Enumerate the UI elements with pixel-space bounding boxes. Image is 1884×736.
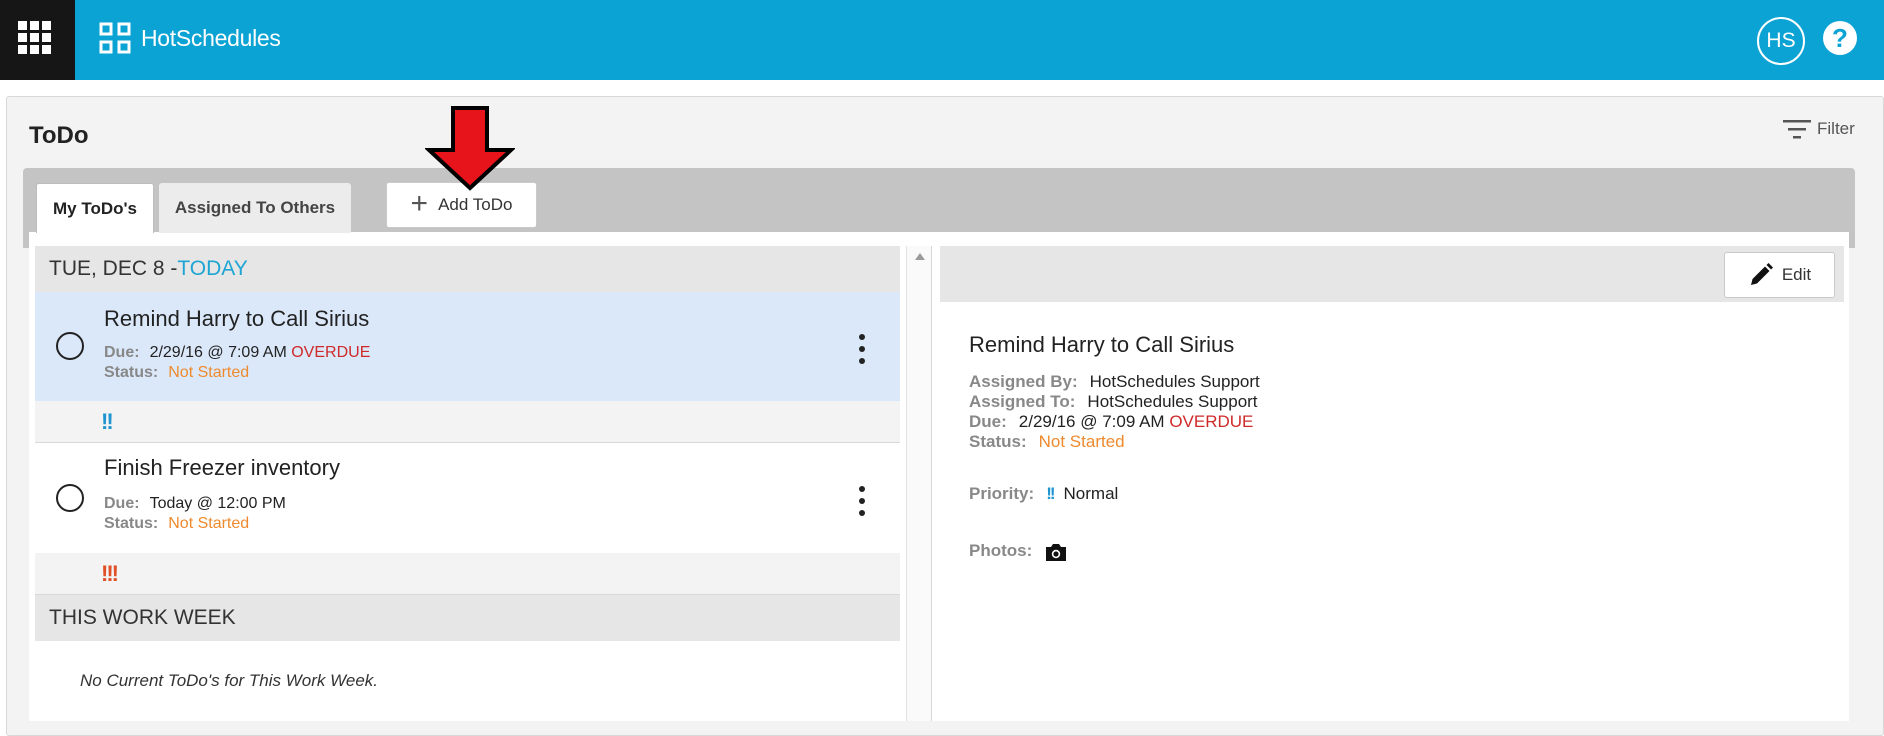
status-value: Not Started	[168, 515, 250, 532]
annotation-arrow-down-icon	[425, 106, 515, 191]
overdue-badge: OVERDUE	[291, 344, 371, 361]
detail-status: Status: Not Started	[969, 432, 1125, 452]
due-value: Today @ 12:00 PM	[149, 495, 286, 512]
status-label: Status:	[104, 364, 159, 381]
scrollbar[interactable]	[906, 246, 932, 721]
complete-checkbox[interactable]	[56, 484, 84, 512]
filter-button[interactable]: Filter	[1783, 118, 1855, 140]
photos-label: Photos:	[969, 541, 1033, 561]
page-title: ToDo	[29, 122, 89, 149]
due-label: Due:	[969, 412, 1007, 431]
user-avatar[interactable]: HS	[1757, 17, 1805, 65]
todo-title: Finish Freezer inventory	[104, 455, 340, 480]
camera-icon[interactable]	[1044, 541, 1068, 563]
more-options-icon[interactable]	[857, 486, 867, 516]
scroll-up-arrow-icon[interactable]	[915, 253, 925, 260]
priority-high-icon: !!!	[101, 561, 119, 586]
detail-assigned-by: Assigned By: HotSchedules Support	[969, 372, 1260, 392]
todo-title: Remind Harry to Call Sirius	[104, 306, 370, 331]
grid-icon	[18, 21, 51, 54]
tab-assigned-to-others[interactable]: Assigned To Others	[159, 183, 351, 233]
plus-icon: +	[410, 186, 429, 220]
add-todo-label: Add ToDo	[438, 195, 513, 214]
priority-strip: !!!	[35, 553, 900, 595]
todo-item[interactable]: Finish Freezer inventory Due: Today @ 12:…	[35, 443, 900, 553]
todo-status-line: Status: Not Started	[104, 515, 249, 533]
edit-label: Edit	[1781, 265, 1812, 284]
section-header-work-week: THIS WORK WEEK	[35, 595, 900, 641]
detail-priority: Priority:!! Normal	[969, 484, 1118, 504]
detail-due: Due: 2/29/16 @ 7:09 AM OVERDUE	[969, 412, 1253, 432]
filter-label: Filter	[1817, 119, 1855, 138]
pencil-icon	[1750, 263, 1773, 285]
detail-title: Remind Harry to Call Sirius	[969, 332, 1235, 357]
priority-label: Priority:	[969, 484, 1035, 503]
overdue-badge: OVERDUE	[1169, 412, 1254, 431]
edit-button[interactable]: Edit	[1724, 252, 1835, 298]
status-label: Status:	[104, 515, 159, 532]
assigned-by-value: HotSchedules Support	[1089, 372, 1260, 391]
detail-assigned-to: Assigned To: HotSchedules Support	[969, 392, 1258, 412]
today-label: TODAY	[177, 257, 248, 280]
priority-strip: !!	[35, 401, 900, 443]
empty-state-text: No Current ToDo's for This Work Week.	[80, 671, 378, 690]
more-options-icon[interactable]	[857, 334, 867, 364]
priority-normal-icon: !!	[1046, 484, 1055, 503]
filter-icon	[1783, 120, 1811, 139]
brand-logo[interactable]: HotSchedules	[97, 18, 281, 58]
due-label: Due:	[104, 344, 140, 361]
due-label: Due:	[104, 495, 140, 512]
detail-photos: Photos:	[969, 541, 1068, 563]
status-label: Status:	[969, 432, 1027, 451]
assigned-to-label: Assigned To:	[969, 392, 1076, 411]
top-bar	[0, 0, 1884, 80]
section-header-today: TUE, DEC 8 - TODAY	[35, 246, 900, 292]
status-value: Not Started	[1038, 432, 1125, 451]
priority-normal-icon: !!	[101, 409, 114, 434]
tab-my-todos[interactable]: My ToDo's	[36, 183, 154, 233]
detail-header	[940, 246, 1844, 302]
due-value: 2/29/16 @ 7:09 AM	[1018, 412, 1165, 431]
help-icon[interactable]: ?	[1823, 21, 1857, 55]
brand-name: HotSchedules	[141, 24, 281, 51]
hotschedules-logo-icon	[99, 22, 131, 54]
status-value: Not Started	[168, 364, 250, 381]
todo-due-line: Due: Today @ 12:00 PM	[104, 495, 286, 513]
complete-checkbox[interactable]	[56, 332, 84, 360]
apps-menu-button[interactable]	[0, 0, 75, 80]
todo-due-line: Due: 2/29/16 @ 7:09 AM OVERDUE	[104, 344, 370, 362]
due-value: 2/29/16 @ 7:09 AM	[149, 344, 287, 361]
todo-item[interactable]: Remind Harry to Call Sirius Due: 2/29/16 …	[35, 292, 900, 402]
day-label: TUE, DEC 8 -	[49, 257, 178, 280]
priority-value: Normal	[1063, 484, 1119, 503]
todo-status-line: Status: Not Started	[104, 364, 249, 382]
assigned-to-value: HotSchedules Support	[1087, 392, 1258, 411]
assigned-by-label: Assigned By:	[969, 372, 1078, 391]
